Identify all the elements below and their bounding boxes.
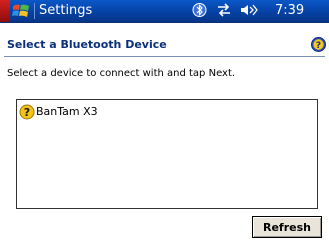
bluetooth-icon[interactable] bbox=[192, 2, 207, 18]
svg-text:?: ? bbox=[316, 41, 321, 51]
unknown-device-icon: ? bbox=[19, 104, 35, 120]
refresh-button[interactable]: Refresh bbox=[252, 216, 322, 238]
device-name: BanTam X3 bbox=[36, 105, 98, 118]
page-title: Select a Bluetooth Device bbox=[7, 38, 167, 51]
device-list[interactable]: ? BanTam X3 bbox=[16, 99, 318, 209]
page-header: Select a Bluetooth Device ? bbox=[0, 33, 329, 55]
start-menu-icon[interactable] bbox=[11, 2, 31, 20]
volume-icon[interactable] bbox=[239, 2, 259, 18]
help-icon[interactable]: ? bbox=[311, 37, 326, 52]
clock[interactable]: 7:39 bbox=[275, 3, 304, 19]
connectivity-icon[interactable] bbox=[216, 2, 232, 18]
title-bar-accent bbox=[0, 0, 10, 22]
title-bar: Settings 7:39 bbox=[0, 0, 329, 23]
app-title: Settings bbox=[39, 3, 93, 18]
svg-text:?: ? bbox=[24, 106, 30, 119]
header-divider bbox=[4, 56, 325, 57]
instructions-text: Select a device to connect with and tap … bbox=[7, 68, 236, 79]
title-separator bbox=[34, 3, 35, 19]
